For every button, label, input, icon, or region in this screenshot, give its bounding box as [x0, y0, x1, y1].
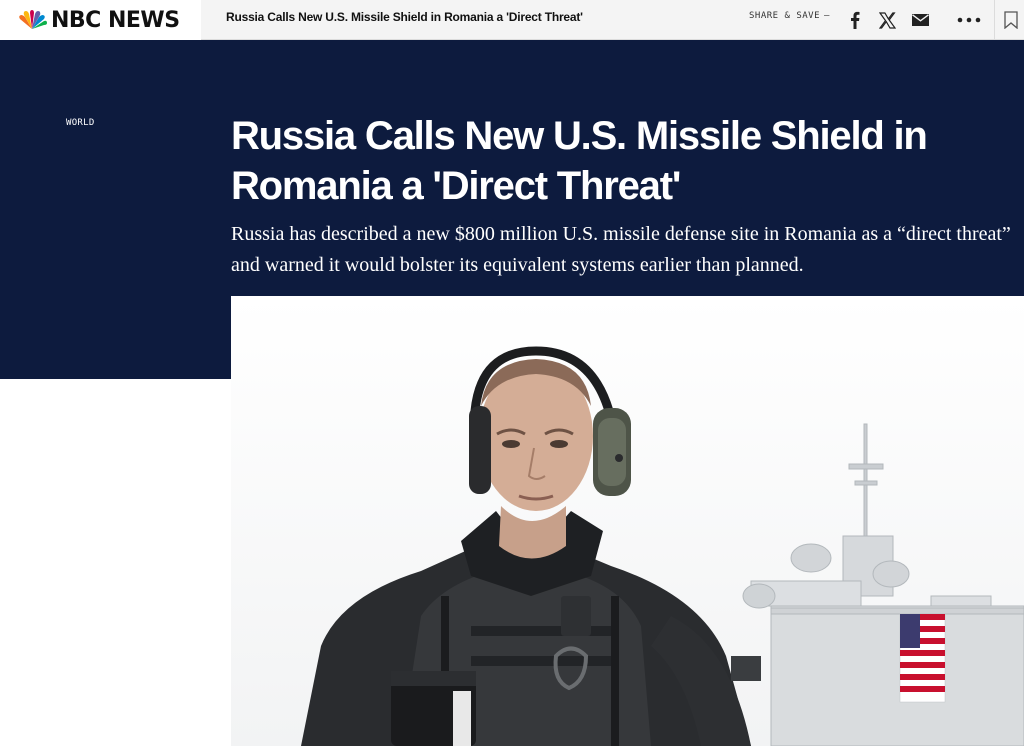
article-headline: Russia Calls New U.S. Missile Shield in …: [231, 114, 928, 208]
facebook-icon: [851, 11, 860, 29]
share-save-toggle-indicator: –: [824, 11, 830, 21]
email-share-button[interactable]: [910, 0, 930, 40]
section-label-world[interactable]: WORLD: [66, 118, 95, 128]
flag-image: [899, 613, 946, 703]
article-dek: Russia has described a new $800 million …: [231, 223, 1011, 276]
logo-text: NBC NEWS: [51, 7, 180, 33]
share-save-label: SHARE & SAVE: [749, 11, 821, 21]
mail-icon: [911, 14, 929, 26]
nbc-news-logo-link[interactable]: NBC NEWS: [0, 0, 201, 40]
lead-photo-illustration: [231, 296, 1024, 746]
x-share-button[interactable]: [877, 0, 897, 40]
more-options-button[interactable]: [955, 0, 983, 40]
peacock-logo-icon: [19, 10, 47, 29]
sticky-headline: Russia Calls New U.S. Missile Shield in …: [226, 10, 583, 24]
save-bookmark-button[interactable]: [1002, 0, 1020, 40]
lead-photo: [231, 296, 1024, 746]
bookmark-icon: [1004, 11, 1018, 29]
topbar-divider: [994, 0, 995, 40]
top-nav-bar: NBC NEWS Russia Calls New U.S. Missile S…: [0, 0, 1024, 40]
x-icon: [878, 11, 896, 29]
share-save-button[interactable]: SHARE & SAVE –: [749, 11, 830, 21]
facebook-share-button[interactable]: [846, 0, 864, 40]
article-header-left-block: [0, 296, 231, 379]
more-icon: [957, 17, 981, 23]
